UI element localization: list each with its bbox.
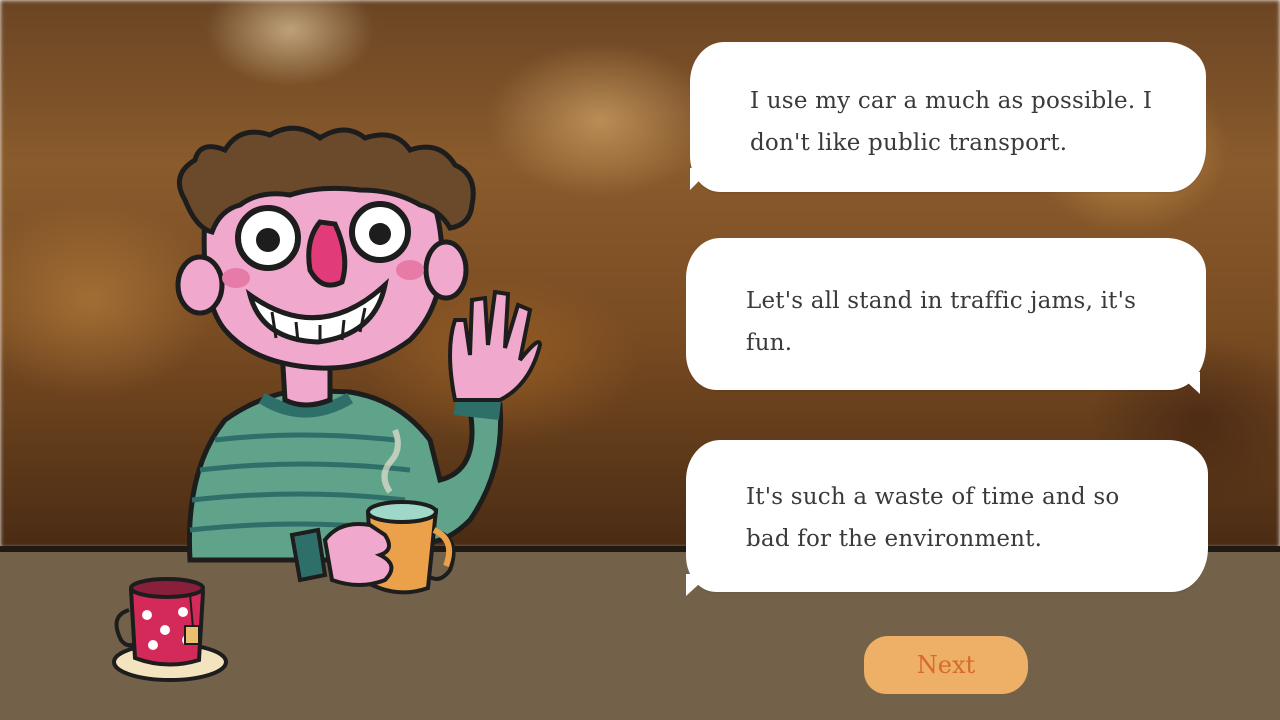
game-scene: I use my car a much as possible. I don't… <box>0 0 1280 720</box>
tea-cup-illustration <box>112 577 228 682</box>
dialogue-option-1[interactable]: I use my car a much as possible. I don't… <box>690 42 1206 192</box>
dialogue-option-1-text: I use my car a much as possible. I don't… <box>750 88 1153 156</box>
dialogue-option-2-text: Let's all stand in traffic jams, it's fu… <box>746 288 1137 356</box>
dialogue-option-2[interactable]: Let's all stand in traffic jams, it's fu… <box>686 238 1206 394</box>
character-illustration <box>175 125 543 595</box>
character-head <box>175 125 476 371</box>
next-button[interactable]: Next <box>864 636 1028 694</box>
dialogue-option-3[interactable]: It's such a waste of time and so bad for… <box>686 440 1208 596</box>
dialogue-option-3-text: It's such a waste of time and so bad for… <box>746 484 1120 552</box>
